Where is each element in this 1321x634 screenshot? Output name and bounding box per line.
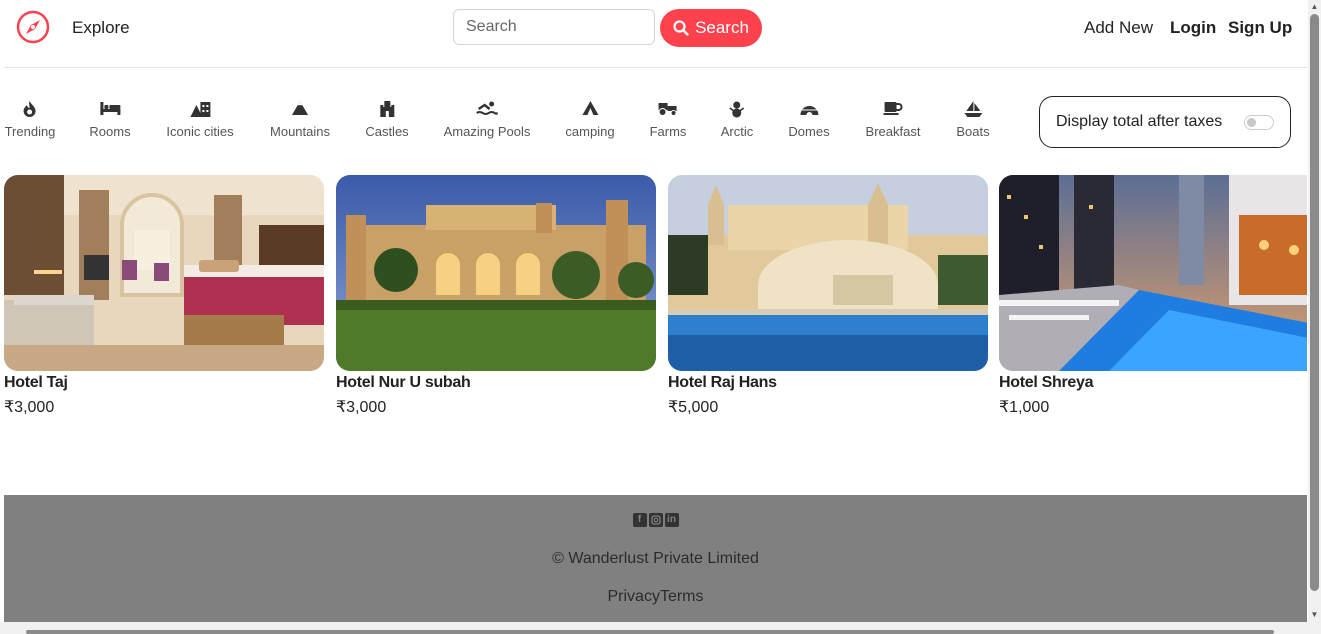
- castle-icon: [379, 101, 394, 117]
- explore-link[interactable]: Explore: [72, 18, 130, 38]
- listing-card[interactable]: Hotel Taj ₹3,000: [4, 175, 324, 417]
- listing-image[interactable]: [4, 175, 324, 371]
- listing-title: Hotel Taj: [4, 374, 68, 391]
- navbar: Explore Search Add New Login Sign Up: [4, 0, 1307, 68]
- filter-trending[interactable]: Trending: [5, 100, 55, 139]
- login-link[interactable]: Login: [1170, 18, 1216, 38]
- filter-arctic[interactable]: Arctic: [721, 100, 753, 139]
- scroll-down-arrow-icon[interactable]: ▼: [1309, 610, 1320, 620]
- filter-domes[interactable]: Domes: [788, 100, 830, 139]
- tax-switch[interactable]: [1244, 115, 1274, 130]
- listing-card[interactable]: Hotel Nur U subah ₹3,000: [336, 175, 656, 417]
- search-button-label: Search: [695, 18, 749, 37]
- search-button[interactable]: Search: [660, 9, 762, 47]
- terms-link[interactable]: Terms: [660, 588, 704, 605]
- filter-boats[interactable]: Boats: [956, 100, 990, 139]
- listing-price: ₹5,000: [668, 399, 719, 416]
- scroll-up-arrow-icon[interactable]: ▲: [1309, 2, 1320, 12]
- copyright-text: © Wanderlust Private Limited: [552, 550, 759, 567]
- filter-rooms[interactable]: Rooms: [89, 100, 131, 139]
- social-links: f in: [4, 513, 1307, 527]
- filter-castles[interactable]: Castles: [365, 100, 409, 139]
- search-icon: [673, 20, 689, 36]
- filter-farms[interactable]: Farms: [650, 100, 686, 139]
- listing-price: ₹3,000: [336, 399, 387, 416]
- listing-price: ₹1,000: [999, 399, 1050, 416]
- swimmer-icon: [476, 101, 498, 115]
- mug-icon: [883, 102, 903, 115]
- add-new-link[interactable]: Add New: [1084, 18, 1153, 38]
- bed-icon: [100, 102, 120, 115]
- tax-toggle-label: Display total after taxes: [1056, 113, 1223, 130]
- search-input[interactable]: [453, 9, 655, 45]
- sailboat-icon: [964, 101, 982, 117]
- filter-breakfast[interactable]: Breakfast: [866, 100, 920, 139]
- listing-card[interactable]: Hotel Shreya ₹1,000: [999, 175, 1307, 417]
- listing-title: Hotel Shreya: [999, 374, 1094, 391]
- city-icon: [189, 102, 210, 117]
- linkedin-icon[interactable]: in: [664, 513, 679, 527]
- igloo-icon: [800, 106, 818, 115]
- facebook-icon[interactable]: f: [632, 513, 647, 527]
- instagram-icon[interactable]: [648, 513, 663, 527]
- signup-link[interactable]: Sign Up: [1228, 18, 1292, 38]
- fire-icon: [23, 101, 36, 117]
- vertical-scrollbar-thumb[interactable]: [1310, 14, 1319, 591]
- listing-price: ₹3,000: [4, 399, 55, 416]
- tent-icon: [581, 101, 598, 115]
- filter-amazing-pools[interactable]: Amazing Pools: [444, 100, 530, 139]
- snowman-icon: [729, 101, 745, 118]
- tractor-icon: [659, 103, 677, 116]
- footer-links: PrivacyTerms: [4, 588, 1307, 606]
- filter-iconic-cities[interactable]: Iconic cities: [166, 100, 234, 139]
- privacy-link[interactable]: Privacy: [607, 588, 659, 605]
- horizontal-scrollbar-thumb[interactable]: [26, 630, 1274, 634]
- listing-image[interactable]: [336, 175, 656, 371]
- footer: f in © Wanderlust Private Limited Privac…: [4, 495, 1307, 623]
- tax-toggle-box: Display total after taxes: [1039, 96, 1291, 148]
- compass-icon[interactable]: [16, 10, 50, 44]
- listing-title: Hotel Raj Hans: [668, 374, 777, 391]
- listing-image[interactable]: [999, 175, 1307, 371]
- filter-camping[interactable]: camping: [565, 100, 615, 139]
- mountain-icon: [291, 101, 308, 115]
- filter-mountains[interactable]: Mountains: [270, 100, 330, 139]
- listing-title: Hotel Nur U subah: [336, 374, 471, 391]
- listing-image[interactable]: [668, 175, 988, 371]
- listing-card[interactable]: Hotel Raj Hans ₹5,000: [668, 175, 988, 417]
